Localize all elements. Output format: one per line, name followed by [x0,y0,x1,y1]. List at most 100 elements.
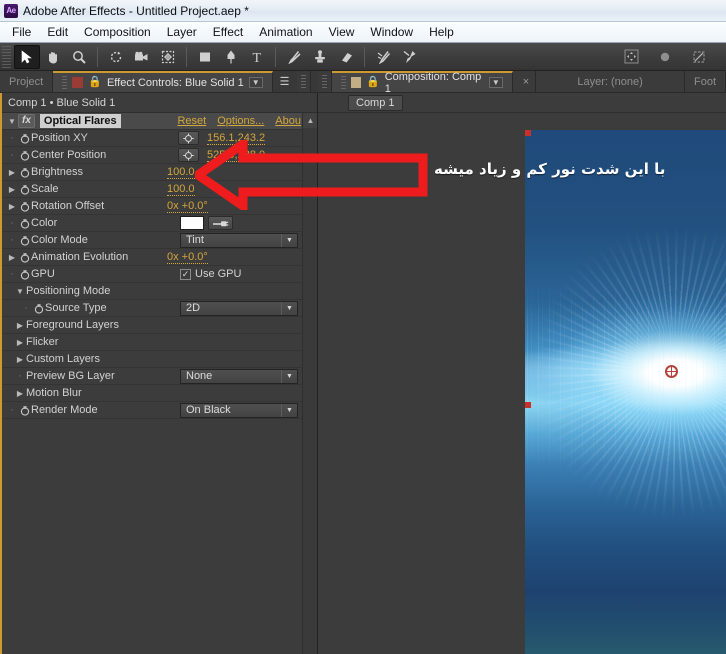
source-type-dropdown[interactable]: 2D ▼ [180,300,298,316]
tab-footage[interactable]: Foot [684,71,726,92]
toggle-mask-icon[interactable] [686,45,712,69]
chevron-down-icon-effect[interactable]: ▼ [6,117,18,126]
property-row-animation-evolution[interactable]: ▶ Animation Evolution 0x +0.0° [2,249,317,266]
stopwatch-icon[interactable] [18,269,31,280]
menu-effect[interactable]: Effect [205,23,251,41]
composition-canvas[interactable] [525,130,726,654]
property-row-gpu[interactable]: · GPU ✓ Use GPU [2,266,317,283]
stopwatch-icon[interactable] [18,184,31,195]
property-group-foreground-layers[interactable]: ▶ Foreground Layers [2,317,317,334]
property-group-custom-layers[interactable]: ▶ Custom Layers [2,351,317,368]
composition-breadcrumb: Comp 1 [318,93,726,113]
chevron-down-icon-comp[interactable]: ▼ [488,77,503,88]
chevron-down-icon-group[interactable]: ▼ [14,287,26,296]
options-link[interactable]: Options... [217,115,264,127]
menu-composition[interactable]: Composition [76,23,159,41]
shape-tool-icon[interactable] [192,45,218,69]
stopwatch-icon[interactable] [18,218,31,229]
menu-layer[interactable]: Layer [159,23,205,41]
right-tab-grip[interactable] [318,71,332,92]
tab-composition[interactable]: 🔒 Composition: Comp 1 ▼ [332,70,513,95]
tab-project[interactable]: Project [0,71,54,92]
selection-tool-icon[interactable] [14,44,40,69]
tab-bar-grip[interactable] [296,71,311,92]
property-group-flicker[interactable]: ▶ Flicker [2,334,317,351]
stopwatch-icon[interactable] [18,201,31,212]
row-marker-dot: · [10,233,14,246]
lock-icon[interactable]: 🔒 [88,77,102,88]
camera-orbit-tool-icon[interactable] [129,45,155,69]
brush-tool-icon[interactable] [281,45,307,69]
menu-file[interactable]: File [4,23,39,41]
puppet-pin-tool-icon[interactable] [396,45,422,69]
eraser-tool-icon[interactable] [333,45,359,69]
chevron-right-icon[interactable]: ▶ [6,202,18,211]
preview-bg-layer-dropdown[interactable]: None ▼ [180,368,298,384]
property-row-color[interactable]: · Color [2,215,317,232]
pan-behind-tool-icon[interactable] [155,45,181,69]
property-label: Preview BG Layer [26,370,115,382]
use-gpu-checkbox[interactable]: ✓ [180,268,191,280]
stopwatch-icon[interactable] [18,252,31,263]
pen-tool-icon[interactable] [218,45,244,69]
toolbar-grip[interactable] [2,45,11,68]
menu-window[interactable]: Window [362,23,421,41]
render-mode-dropdown[interactable]: On Black ▼ [180,402,298,418]
chevron-right-icon[interactable]: ▶ [6,168,18,177]
tab-layer[interactable]: Layer: (none) [536,71,685,92]
tab-effect-controls[interactable]: 🔒 Effect Controls: Blue Solid 1 ▼ [53,71,273,92]
roto-brush-tool-icon[interactable] [370,45,396,69]
stopwatch-icon[interactable] [18,405,31,416]
stopwatch-icon[interactable] [18,133,31,144]
property-row-preview-bg-layer[interactable]: · Preview BG Layer None ▼ [2,368,317,385]
use-gpu-control[interactable]: ✓ Use GPU [180,268,241,280]
chevron-right-icon-group[interactable]: ▶ [14,389,26,398]
property-row-source-type[interactable]: · Source Type 2D ▼ [2,300,317,317]
stopwatch-icon[interactable] [18,150,31,161]
transform-snapping-icon[interactable] [618,45,644,69]
tab-close-button[interactable]: × [512,71,537,92]
menu-animation[interactable]: Animation [251,23,320,41]
effect-header-row[interactable]: ▼ fx Optical Flares Reset Options... Abo… [2,113,317,130]
color-mode-dropdown[interactable]: Tint ▼ [180,232,298,248]
property-value[interactable]: 0x +0.0° [167,251,208,264]
property-group-label: Foreground Layers [26,319,119,331]
type-tool-icon[interactable]: T [244,45,270,69]
menu-edit[interactable]: Edit [39,23,76,41]
rotation-tool-icon[interactable] [103,45,129,69]
color-swatch-button[interactable] [180,216,204,230]
stopwatch-icon[interactable] [18,167,31,178]
reset-link[interactable]: Reset [177,115,206,127]
flare-center-control-icon [665,365,678,378]
grid-dot-icon[interactable] [652,45,678,69]
chevron-right-icon[interactable]: ▶ [6,253,18,262]
breadcrumb-comp-1[interactable]: Comp 1 [348,94,403,111]
hand-tool-icon[interactable] [40,45,66,69]
about-link[interactable]: Abou [275,115,301,127]
property-group-label: Custom Layers [26,353,100,365]
scroll-up-arrow-icon[interactable]: ▲ [303,113,317,128]
clone-stamp-tool-icon[interactable] [307,45,333,69]
menu-help[interactable]: Help [421,23,462,41]
property-value[interactable]: 100.0 [167,166,195,179]
chevron-right-icon-group[interactable]: ▶ [14,355,26,364]
chevron-right-icon-group[interactable]: ▶ [14,321,26,330]
property-value[interactable]: 100.0 [167,183,195,196]
stopwatch-icon[interactable] [18,235,31,246]
property-row-render-mode[interactable]: · Render Mode On Black ▼ [2,402,317,419]
tab-composition-label: Composition: Comp 1 [384,70,482,95]
comp-color-swatch-icon [350,77,361,88]
chevron-right-icon[interactable]: ▶ [6,185,18,194]
property-group-motion-blur[interactable]: ▶ Motion Blur [2,385,317,402]
chevron-down-icon[interactable]: ▼ [248,77,263,88]
panel-menu-icon[interactable]: ☰ [273,71,297,92]
property-group-positioning-mode[interactable]: ▼ Positioning Mode [2,283,317,300]
lock-icon-comp[interactable]: 🔒 [366,77,380,88]
stopwatch-icon[interactable] [32,303,45,314]
close-icon: × [522,75,530,88]
menu-view[interactable]: View [321,23,363,41]
zoom-tool-icon[interactable] [66,45,92,69]
chevron-right-icon-group[interactable]: ▶ [14,338,26,347]
eyedropper-icon[interactable] [208,216,233,230]
property-row-color-mode[interactable]: · Color Mode Tint ▼ [2,232,317,249]
